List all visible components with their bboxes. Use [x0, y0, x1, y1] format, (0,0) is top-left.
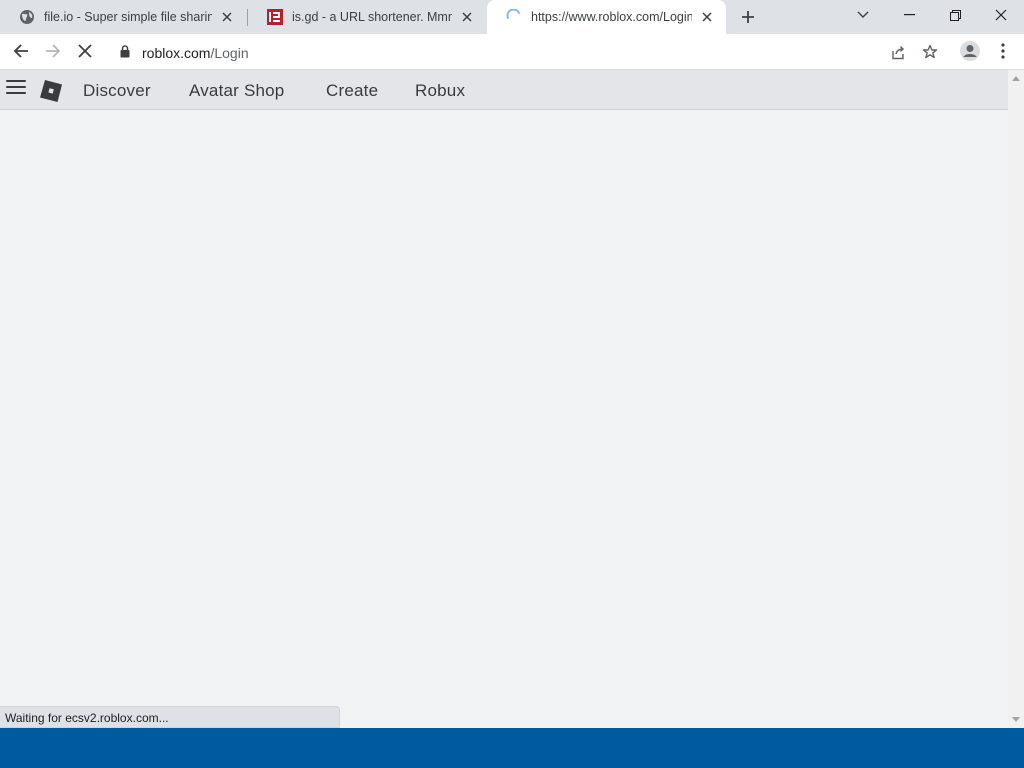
address-bar[interactable]: roblox.com/Login [108, 37, 948, 67]
roblox-logo-icon[interactable] [40, 80, 62, 102]
taskbar [0, 728, 1024, 768]
minimize-icon [903, 14, 915, 16]
profile-button[interactable] [955, 36, 985, 66]
globe-icon [19, 9, 35, 25]
profile-icon [960, 41, 980, 61]
nav-discover[interactable]: Discover [83, 81, 151, 101]
menu-button[interactable] [988, 36, 1018, 66]
url-text[interactable]: roblox.com/Login [142, 45, 249, 61]
tab-roblox-login[interactable]: https://www.roblox.com/Login [487, 0, 726, 34]
close-icon [995, 9, 1007, 21]
browser-toolbar: roblox.com/Login [0, 34, 1024, 70]
vertical-scrollbar[interactable] [1008, 70, 1024, 728]
arrow-right-icon [46, 44, 61, 58]
url-path: /Login [210, 45, 249, 61]
star-icon[interactable] [918, 40, 942, 64]
share-icon[interactable] [886, 40, 910, 64]
nav-avatar-shop[interactable]: Avatar Shop [189, 81, 284, 101]
more-vert-icon [1001, 43, 1005, 59]
restore-icon [949, 9, 961, 21]
close-icon[interactable] [218, 8, 236, 26]
url-domain: roblox.com [142, 45, 211, 61]
lock-icon[interactable] [120, 45, 130, 58]
arrow-left-icon [13, 44, 28, 58]
isgd-icon [267, 9, 283, 25]
close-icon[interactable] [458, 8, 476, 26]
status-bubble: Waiting for ecsv2.roblox.com... [0, 706, 340, 728]
tab-isgd[interactable]: is.gd - a URL shortener. Mmmm, tasty URL… [248, 0, 486, 34]
restore-button[interactable] [932, 0, 978, 30]
page-viewport: Discover Avatar Shop Create Robux [0, 70, 1008, 728]
tab-search-button[interactable] [840, 0, 886, 30]
close-icon[interactable] [698, 8, 716, 26]
close-window-button[interactable] [978, 0, 1024, 30]
stop-loading-button[interactable] [70, 36, 100, 66]
minimize-button[interactable] [886, 0, 932, 30]
close-icon [78, 44, 92, 58]
tab-strip: file.io - Super simple file sharing is.g… [0, 0, 1024, 34]
nav-robux[interactable]: Robux [415, 81, 465, 101]
nav-create[interactable]: Create [326, 81, 378, 101]
hamburger-menu-icon[interactable] [6, 80, 26, 96]
chevron-down-icon [857, 11, 869, 18]
loading-spinner-icon [506, 9, 522, 25]
new-tab-button[interactable] [735, 5, 761, 29]
roblox-navbar: Discover Avatar Shop Create Robux [0, 70, 1008, 110]
forward-button[interactable] [38, 36, 68, 66]
tab-title: is.gd - a URL shortener. Mmmm, tasty URL… [292, 10, 452, 24]
scroll-down-icon[interactable] [1012, 717, 1020, 722]
scroll-up-icon[interactable] [1012, 76, 1020, 81]
tab-title: https://www.roblox.com/Login [531, 10, 692, 24]
plus-icon [742, 11, 754, 23]
tab-file-io[interactable]: file.io - Super simple file sharing [0, 0, 246, 34]
back-button[interactable] [6, 36, 36, 66]
tab-title: file.io - Super simple file sharing [44, 10, 212, 24]
